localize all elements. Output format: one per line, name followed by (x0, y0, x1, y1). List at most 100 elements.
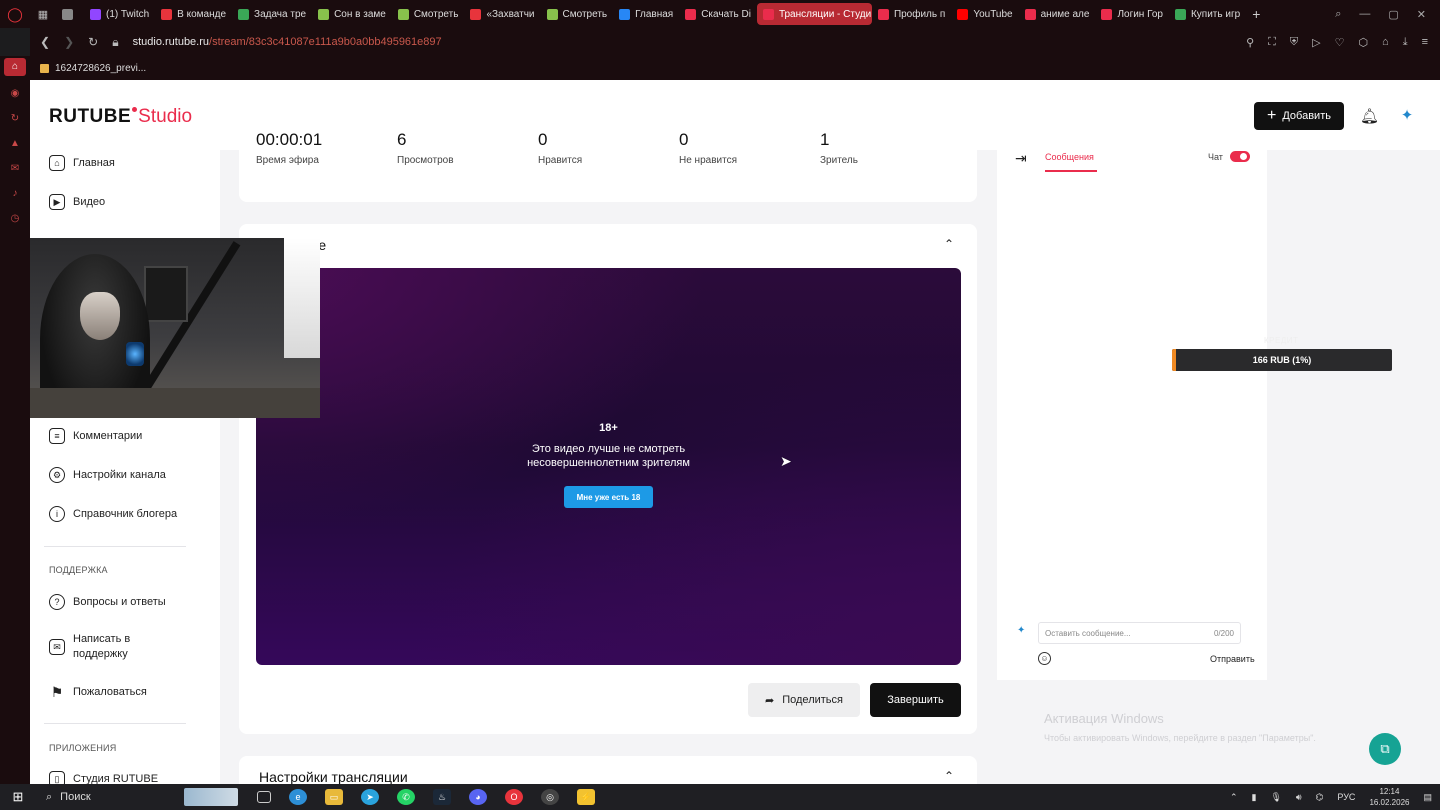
new-tab-button[interactable]: + (1246, 6, 1266, 22)
add-button-label: Добавить (1282, 110, 1331, 122)
taskbar-clock[interactable]: 12:14 16.02.2026 (1369, 786, 1409, 808)
support-chat-button[interactable]: ⧉ (1369, 733, 1401, 765)
browser-tab[interactable]: Купить игр (1169, 3, 1246, 25)
wallet-icon[interactable]: ⌂ (1382, 36, 1389, 49)
opera-icon[interactable]: O (505, 789, 523, 805)
sidebar-item-channel-settings[interactable]: ⚙ Настройки канала (49, 467, 166, 483)
notifications-bell-icon[interactable]: 🔔︎ (1360, 107, 1379, 125)
bookmark-item[interactable]: 1624728626_previ... (55, 63, 146, 74)
tab-label: Смотреть (413, 8, 459, 20)
browser-tab[interactable]: «Захватчи (464, 3, 540, 25)
bag-icon[interactable]: ▲ (7, 137, 23, 151)
telegram-icon[interactable]: ➤ (361, 789, 379, 805)
sidebar-item-video[interactable]: ▶ Видео (49, 194, 105, 210)
search-icon: ⌕ (46, 790, 53, 803)
mail-icon[interactable]: ✉ (7, 162, 23, 176)
volume-icon[interactable]: 🔊︎ (1296, 792, 1302, 803)
shield-icon[interactable]: ⛨ (1290, 36, 1298, 49)
clock-icon[interactable]: ◷ (7, 212, 23, 226)
rutube-studio-logo[interactable]: RUTUBE Studio (49, 106, 192, 128)
browser-tab[interactable]: Профиль п (872, 3, 951, 25)
sidebar-item-blogger-guide[interactable]: i Справочник блогера (49, 506, 177, 522)
tray-arrow-icon[interactable]: ⌃ (1230, 792, 1238, 803)
extensions-icon[interactable]: ⬡ (1358, 36, 1368, 49)
sidebar-item-comments[interactable]: ≡ Комментарии (49, 428, 142, 444)
app-icon[interactable]: ⚡ (577, 789, 595, 805)
whatsapp-icon[interactable]: ✆ (397, 789, 415, 805)
pin-icon[interactable]: ⚲ (1246, 36, 1254, 49)
browser-tab[interactable]: (1) Twitch (84, 3, 155, 25)
taskbar-search[interactable]: ⌕ Поиск (36, 791, 184, 804)
emoji-icon[interactable]: ☺ (1038, 652, 1051, 665)
browser-tab[interactable]: Задача тре (232, 3, 312, 25)
stat-value: 1 (820, 130, 830, 149)
browser-tab[interactable]: Главная (613, 3, 679, 25)
add-button[interactable]: + Добавить (1254, 102, 1344, 130)
microphone-icon[interactable]: 🎙︎ (1270, 792, 1281, 803)
sidebar-item-faq[interactable]: ? Вопросы и ответы (49, 594, 166, 610)
network-icon[interactable]: ⌬ (1316, 792, 1324, 803)
chat-avatar: ✦ (1017, 625, 1026, 636)
sidebar-item-home[interactable]: ⌂ Главная (49, 155, 115, 171)
browser-tab[interactable]: Смотреть (541, 3, 614, 25)
browser-tab[interactable]: YouTube (951, 3, 1018, 25)
weather-widget[interactable] (184, 788, 238, 806)
snapshot-icon[interactable]: ⛶ (1268, 36, 1276, 49)
minimize-icon[interactable]: — (1359, 8, 1370, 21)
browser-tab[interactable]: Трансляции - Студи (756, 3, 872, 25)
user-avatar[interactable]: ✦ (1396, 104, 1418, 126)
browser-tab[interactable]: В команде (155, 3, 232, 25)
chat-toggle[interactable] (1230, 151, 1250, 162)
sidebar-item-contact-support[interactable]: ✉ Написать в поддержку (49, 632, 130, 662)
download-icon[interactable]: ⤓ (1403, 36, 1408, 49)
heart-icon[interactable]: ♡ (1335, 36, 1345, 49)
back-icon[interactable]: ❮ (40, 35, 50, 49)
browser-tab[interactable]: Смотреть (392, 3, 465, 25)
search-tabs-icon[interactable]: ⌕ (1335, 8, 1341, 21)
discord-icon[interactable]: ◕ (469, 789, 487, 805)
edge-icon[interactable]: e (289, 789, 307, 805)
language-indicator[interactable]: РУС (1337, 792, 1355, 802)
browser-tab[interactable]: Сон в заме (312, 3, 392, 25)
maximize-icon[interactable]: ▢ (1388, 8, 1398, 21)
menu-icon[interactable]: ≡ (1422, 36, 1428, 49)
browser-tab[interactable]: Скачать Di (679, 3, 757, 25)
close-icon[interactable]: ✕ (1417, 8, 1426, 21)
finish-stream-button[interactable]: Завершить (870, 683, 961, 717)
browser-tab[interactable]: Логин Гор (1095, 3, 1169, 25)
reload-icon[interactable]: ↻ (88, 35, 98, 49)
browser-tab[interactable]: аниме але (1019, 3, 1096, 25)
steam-icon[interactable]: ♨ (433, 789, 451, 805)
tab-messages[interactable]: Сообщения (1045, 152, 1094, 162)
home-icon[interactable]: ⌂ (4, 58, 26, 76)
chat-message-input[interactable]: Оставить сообщение... 0/200 (1038, 622, 1241, 644)
url-field[interactable]: studio.rutube.ru/stream/83c3c41087e111a9… (133, 36, 442, 48)
browser-tab[interactable] (56, 3, 84, 25)
sidebar-item-studio-app[interactable]: ▯ Студия RUTUBE (49, 771, 158, 784)
share-button[interactable]: ➦ Поделиться (748, 683, 860, 717)
settings-icon: ⚙ (49, 467, 65, 483)
help-icon: ? (49, 594, 65, 610)
tab-grid-icon[interactable]: ▦ (30, 8, 56, 21)
speed-dial-icon[interactable]: ◉ (7, 87, 23, 101)
confirm-age-button[interactable]: Мне уже есть 18 (564, 486, 653, 508)
windows-start-icon[interactable]: ⊞ (0, 789, 36, 805)
video-player[interactable]: 18+ Это видео лучше не смотреть несоверше… (256, 268, 961, 665)
opera-logo-icon[interactable]: ◯ (0, 0, 30, 28)
music-icon[interactable]: ♪ (7, 187, 23, 201)
task-view-icon[interactable] (257, 791, 271, 803)
collapse-chat-icon[interactable]: ⇥ (1015, 150, 1027, 167)
sidebar-item-report[interactable]: ⚑ Пожаловаться (49, 684, 147, 700)
obs-icon[interactable]: ◎ (541, 789, 559, 805)
stat-value: 0 (679, 130, 689, 149)
chevron-up-icon[interactable]: ⌃ (944, 237, 954, 251)
notifications-icon[interactable]: ▤ (1423, 792, 1432, 803)
send-button[interactable]: Отправить (1210, 654, 1255, 664)
play-icon[interactable]: ▷ (1312, 36, 1320, 49)
chevron-up-icon[interactable]: ⌃ (944, 769, 954, 783)
history-icon[interactable]: ↻ (7, 112, 23, 126)
battery-icon[interactable]: ▮ (1251, 792, 1256, 803)
windows-taskbar: ⊞ ⌕ Поиск e ▭ ➤ ✆ ♨ ◕ O ◎ ⚡ ⌃ ▮ 🎙︎ 🔊︎ ⌬ … (0, 784, 1440, 810)
explorer-icon[interactable]: ▭ (325, 789, 343, 805)
forward-icon[interactable]: ❯ (64, 35, 74, 49)
